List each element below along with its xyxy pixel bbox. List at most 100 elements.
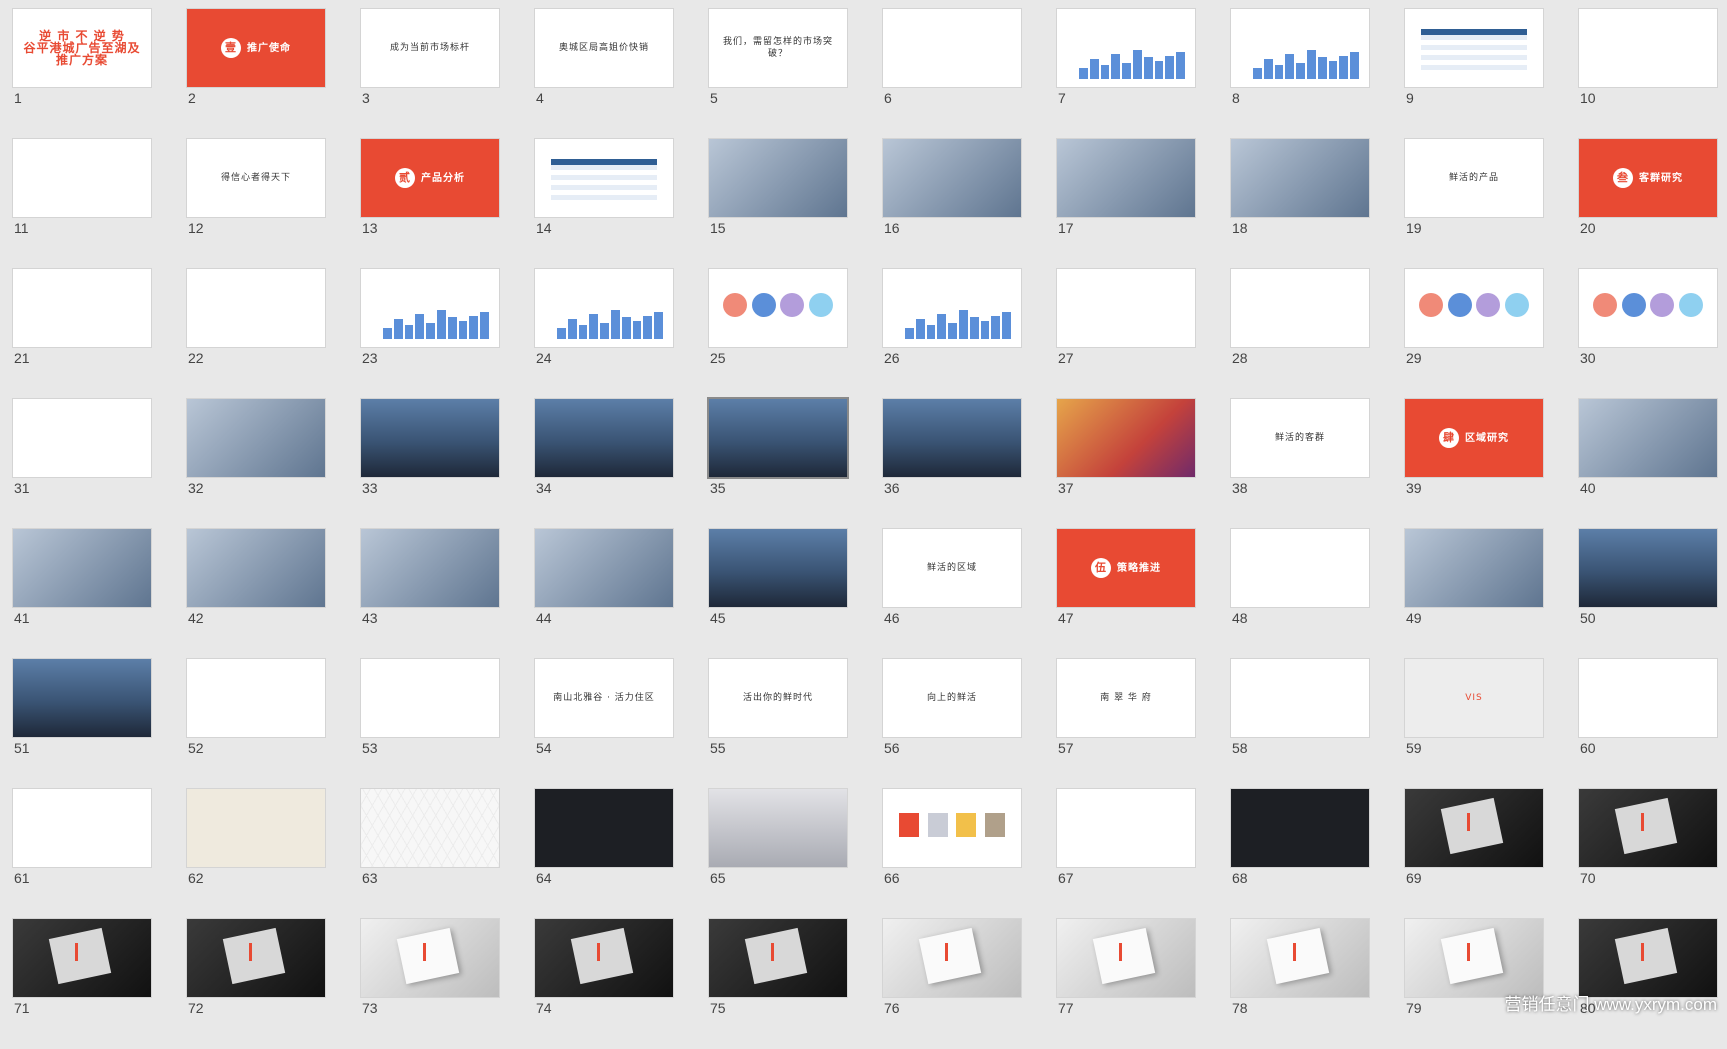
slide-thumbnail-56[interactable]: 向上的鲜活 56	[883, 659, 1021, 789]
slide-thumbnail-45[interactable]: 45	[709, 529, 847, 659]
slide-number: 40	[1580, 480, 1596, 496]
slide-thumbnail-10[interactable]: 10	[1579, 9, 1717, 139]
slide-thumbnail-21[interactable]: 21	[13, 269, 151, 399]
slide-thumbnail-70[interactable]: 70	[1579, 789, 1717, 919]
slide-thumbnail-75[interactable]: 75	[709, 919, 847, 1049]
slide-thumbnail-4[interactable]: 奥城区局高姐价快销 4	[535, 9, 673, 139]
slide-thumbnail-25[interactable]: 25	[709, 269, 847, 399]
slide-thumbnail-55[interactable]: 活出你的鲜时代 55	[709, 659, 847, 789]
slide-thumbnail-33[interactable]: 33	[361, 399, 499, 529]
brand-stripe	[1641, 943, 1644, 961]
slide-thumbnail-40[interactable]: 40	[1579, 399, 1717, 529]
slide-thumbnail-35[interactable]: 35	[709, 399, 847, 529]
slide-thumbnail-32[interactable]: 32	[187, 399, 325, 529]
slide-thumbnail-22[interactable]: 22	[187, 269, 325, 399]
slide-thumbnail-71[interactable]: 71	[13, 919, 151, 1049]
slide-thumbnail-13[interactable]: 贰产品分析 13	[361, 139, 499, 269]
slide-thumbnail-67[interactable]: 67	[1057, 789, 1195, 919]
slide-thumbnail-65[interactable]: 65	[709, 789, 847, 919]
slide-title-text: 客群研究	[1639, 173, 1683, 184]
slide-thumbnail-27[interactable]: 27	[1057, 269, 1195, 399]
slide-preview: 伍策略推进	[1057, 529, 1195, 607]
slide-thumbnail-43[interactable]: 43	[361, 529, 499, 659]
slide-thumbnail-62[interactable]: 62	[187, 789, 325, 919]
slide-thumbnail-41[interactable]: 41	[13, 529, 151, 659]
slide-thumbnail-76[interactable]: 76	[883, 919, 1021, 1049]
slide-thumbnail-39[interactable]: 肆区域研究 39	[1405, 399, 1543, 529]
slide-thumbnail-72[interactable]: 72	[187, 919, 325, 1049]
slide-thumbnail-16[interactable]: 16	[883, 139, 1021, 269]
slide-thumbnail-46[interactable]: 鲜活的区域 46	[883, 529, 1021, 659]
slide-thumbnail-23[interactable]: 23	[361, 269, 499, 399]
slide-thumbnail-30[interactable]: 30	[1579, 269, 1717, 399]
slide-title-text: 鲜活的客群	[1274, 433, 1325, 443]
slide-thumbnail-68[interactable]: 68	[1231, 789, 1369, 919]
slide-thumbnail-3[interactable]: 成为当前市场标杆 3	[361, 9, 499, 139]
slide-thumbnail-79[interactable]: 79	[1405, 919, 1543, 1049]
slide-number: 53	[362, 740, 378, 756]
slide-thumbnail-47[interactable]: 伍策略推进 47	[1057, 529, 1195, 659]
slide-thumbnail-11[interactable]: 11	[13, 139, 151, 269]
slide-thumbnail-73[interactable]: 73	[361, 919, 499, 1049]
slide-thumbnail-36[interactable]: 36	[883, 399, 1021, 529]
slide-thumbnail-44[interactable]: 44	[535, 529, 673, 659]
circle-diagram	[1417, 293, 1531, 317]
slide-thumbnail-20[interactable]: 叁客群研究 20	[1579, 139, 1717, 269]
slide-thumbnail-28[interactable]: 28	[1231, 269, 1369, 399]
slide-thumbnail-54[interactable]: 南山北雅谷 · 活力住区 54	[535, 659, 673, 789]
slide-thumbnail-7[interactable]: 7	[1057, 9, 1195, 139]
slide-thumbnail-48[interactable]: 48	[1231, 529, 1369, 659]
slide-thumbnail-60[interactable]: 60	[1579, 659, 1717, 789]
slide-preview	[361, 789, 499, 867]
slide-thumbnail-9[interactable]: 9	[1405, 9, 1543, 139]
slide-thumbnail-58[interactable]: 58	[1231, 659, 1369, 789]
slide-preview	[883, 269, 1021, 347]
slide-thumbnail-59[interactable]: VIS 59	[1405, 659, 1543, 789]
slide-thumbnail-66[interactable]: 66	[883, 789, 1021, 919]
slide-thumbnail-18[interactable]: 18	[1231, 139, 1369, 269]
slide-thumbnail-53[interactable]: 53	[361, 659, 499, 789]
slide-preview	[187, 529, 325, 607]
slide-thumbnail-69[interactable]: 69	[1405, 789, 1543, 919]
slide-thumbnail-26[interactable]: 26	[883, 269, 1021, 399]
slide-thumbnail-63[interactable]: 63	[361, 789, 499, 919]
slide-thumbnail-80[interactable]: 80	[1579, 919, 1717, 1049]
slide-number: 67	[1058, 870, 1074, 886]
slide-thumbnail-61[interactable]: 61	[13, 789, 151, 919]
slide-title: 鲜活的区域	[891, 562, 1013, 574]
slide-thumbnail-15[interactable]: 15	[709, 139, 847, 269]
slide-thumbnail-38[interactable]: 鲜活的客群 38	[1231, 399, 1369, 529]
slide-thumbnail-6[interactable]: 6	[883, 9, 1021, 139]
slide-thumbnail-24[interactable]: 24	[535, 269, 673, 399]
slide-preview: 鲜活的区域	[883, 529, 1021, 607]
slide-thumbnail-34[interactable]: 34	[535, 399, 673, 529]
slide-preview	[13, 139, 151, 217]
slide-thumbnail-37[interactable]: 37	[1057, 399, 1195, 529]
slide-thumbnail-42[interactable]: 42	[187, 529, 325, 659]
slide-thumbnail-29[interactable]: 29	[1405, 269, 1543, 399]
slide-thumbnail-19[interactable]: 鲜活的产品 19	[1405, 139, 1543, 269]
slide-thumbnail-2[interactable]: 壹推广使命 2	[187, 9, 325, 139]
slide-thumbnail-5[interactable]: 我们，需留怎样的市场突破？ 5	[709, 9, 847, 139]
slide-thumbnail-12[interactable]: 得信心者得天下 12	[187, 139, 325, 269]
slide-thumbnail-78[interactable]: 78	[1231, 919, 1369, 1049]
slide-preview: 贰产品分析	[361, 139, 499, 217]
slide-thumbnail-14[interactable]: 14	[535, 139, 673, 269]
slide-thumbnail-8[interactable]: 8	[1231, 9, 1369, 139]
slide-thumbnail-51[interactable]: 51	[13, 659, 151, 789]
slide-thumbnail-31[interactable]: 31	[13, 399, 151, 529]
slide-number: 68	[1232, 870, 1248, 886]
slide-number: 55	[710, 740, 726, 756]
slide-thumbnail-50[interactable]: 50	[1579, 529, 1717, 659]
slide-thumbnail-77[interactable]: 77	[1057, 919, 1195, 1049]
slide-number: 16	[884, 220, 900, 236]
slide-thumbnail-74[interactable]: 74	[535, 919, 673, 1049]
slide-number: 72	[188, 1000, 204, 1016]
slide-thumbnail-52[interactable]: 52	[187, 659, 325, 789]
slide-thumbnail-1[interactable]: 逆 市 不 逆 势 谷平港城广告至湖及推广方案 1	[13, 9, 151, 139]
slide-thumbnail-57[interactable]: 南 翠 华 府 57	[1057, 659, 1195, 789]
slide-title: 伍策略推进	[1065, 558, 1187, 578]
slide-thumbnail-64[interactable]: 64	[535, 789, 673, 919]
slide-thumbnail-49[interactable]: 49	[1405, 529, 1543, 659]
slide-thumbnail-17[interactable]: 17	[1057, 139, 1195, 269]
